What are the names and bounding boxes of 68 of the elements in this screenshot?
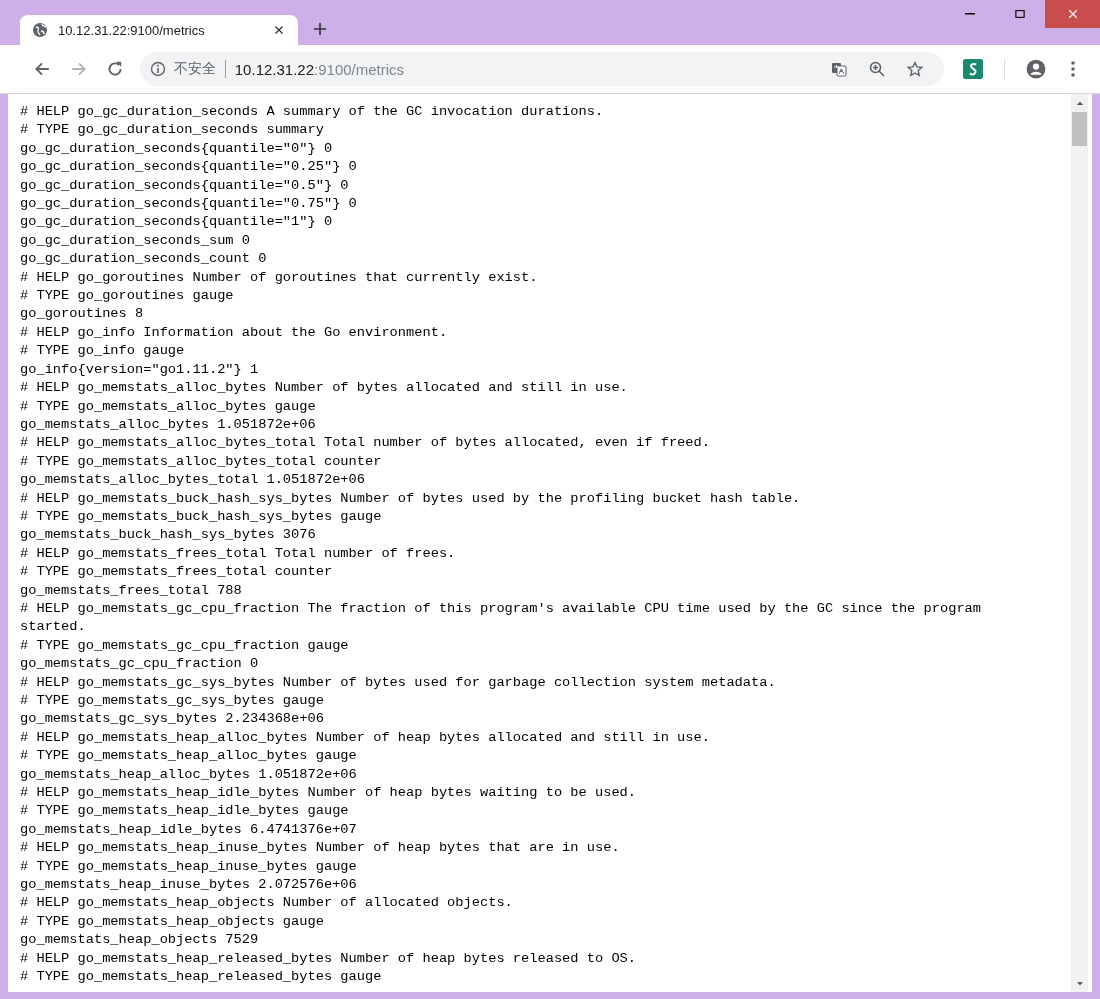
text-line: go_gc_duration_seconds{quantile="0.75"} 0	[20, 195, 358, 214]
forward-icon	[69, 60, 88, 78]
text-line: go_memstats_heap_objects 7529	[20, 931, 260, 950]
text-line: go_memstats_gc_cpu_fraction 0	[20, 655, 260, 674]
text-line: go_info{version="go1.11.2"} 1	[20, 360, 260, 379]
text-line: # HELP go_memstats_alloc_bytes Number of bytes allocated and still in use.	[20, 379, 629, 398]
text-line: # TYPE go_memstats_frees_total counter	[20, 563, 334, 582]
back-icon	[33, 60, 52, 78]
text-line: go_gc_duration_seconds{quantile="0.25"} 0	[20, 158, 358, 177]
text-line: # HELP go_memstats_gc_cpu_fraction The fraction of this program's available CPU time used by the GC since the program started.	[20, 599, 983, 637]
text-line: # TYPE go_info gauge	[20, 342, 186, 361]
text-line: # HELP go_memstats_heap_idle_bytes Number of heap bytes waiting to be used.	[20, 784, 638, 803]
text-line: go_memstats_heap_alloc_bytes 1.051872e+06	[20, 765, 358, 784]
text-line: # HELP go_goroutines Number of goroutines that currently exist.	[20, 268, 539, 287]
text-line: # HELP go_memstats_heap_objects Number of allocated objects.	[20, 894, 514, 913]
maximize-icon	[1014, 8, 1026, 20]
text-line: # TYPE go_memstats_heap_idle_bytes gauge	[20, 802, 350, 821]
address-bar[interactable]: 不安全 10.12.31.22:9100/metrics	[139, 52, 945, 86]
text-line: # TYPE go_memstats_heap_alloc_bytes gauge	[20, 747, 358, 766]
scroll-thumb[interactable]	[1072, 112, 1087, 146]
text-line: go_gc_duration_seconds{quantile="1"} 0	[20, 213, 334, 232]
star-icon	[907, 61, 924, 77]
minimize-icon	[965, 13, 975, 15]
text-line: # TYPE go_memstats_alloc_bytes_total counter	[20, 452, 383, 471]
scrollbar[interactable]	[1071, 94, 1088, 992]
text-line: go_memstats_alloc_bytes 1.051872e+06	[20, 415, 317, 434]
text-line: # HELP go_memstats_gc_sys_bytes Number of bytes used for garbage collection system metadata.	[20, 673, 777, 692]
text-line: # HELP go_memstats_heap_inuse_bytes Number of heap bytes that are in use.	[20, 839, 621, 858]
text-line: # HELP go_memstats_heap_released_bytes Number of heap bytes released to OS.	[20, 949, 638, 968]
tab-title: 10.12.31.22:9100/metrics	[58, 22, 206, 38]
text-line: # TYPE go_memstats_heap_released_bytes gauge	[20, 968, 383, 987]
text-line: # HELP go_memstats_heap_alloc_bytes Number of heap bytes allocated and still in use.	[20, 728, 711, 747]
text-line: go_memstats_gc_sys_bytes 2.234368e+06	[20, 710, 325, 729]
text-line: go_memstats_heap_inuse_bytes 2.072576e+06	[20, 876, 358, 895]
close-icon	[1066, 8, 1079, 20]
text-line: go_goroutines 8	[20, 305, 145, 324]
text-line: go_gc_duration_seconds{quantile="0.5"} 0	[20, 176, 350, 195]
browser-tab[interactable]: 10.12.31.22:9100/metrics	[20, 15, 298, 45]
text-line: go_gc_duration_seconds_count 0	[20, 250, 268, 269]
more-icon	[1071, 61, 1076, 77]
security-label: 不安全	[173, 60, 216, 78]
globe-icon	[32, 22, 48, 38]
text-line: # HELP go_memstats_alloc_bytes_total Total number of bytes allocated, even if freed.	[20, 434, 711, 453]
text-line: go_memstats_heap_idle_bytes 6.4741376e+07	[20, 820, 358, 839]
text-line: go_gc_duration_seconds{quantile="0"} 0	[20, 139, 334, 158]
text-line: # HELP go_memstats_frees_total Total number of frees.	[20, 544, 457, 563]
text-line: # TYPE go_memstats_buck_hash_sys_bytes gauge	[20, 507, 383, 526]
info-icon	[149, 61, 166, 77]
extension-icon	[963, 59, 983, 79]
plus-icon	[312, 21, 328, 37]
text-line: # TYPE go_memstats_heap_objects gauge	[20, 912, 325, 931]
text-line: # TYPE go_goroutines gauge	[20, 287, 235, 306]
text-line: # HELP go_gc_duration_seconds A summary of the GC invocation durations.	[20, 103, 605, 121]
text-line: # TYPE go_memstats_gc_sys_bytes gauge	[20, 692, 325, 710]
url-text: 10.12.31.22:9100/metrics	[234, 60, 406, 78]
text-line: go_memstats_buck_hash_sys_bytes 3076	[20, 526, 317, 545]
text-line: go_memstats_frees_total 788	[20, 581, 243, 600]
translate-icon	[831, 61, 848, 77]
zoom-in-icon	[869, 61, 886, 77]
text-line: # HELP go_memstats_buck_hash_sys_bytes Number of bytes used by the profiling bucket hash table.	[20, 489, 802, 508]
text-line: # HELP go_info Information about the Go environment.	[20, 323, 449, 342]
text-line: # TYPE go_memstats_alloc_bytes gauge	[20, 397, 317, 416]
account-icon	[1025, 59, 1046, 79]
text-line: # TYPE go_memstats_heap_inuse_bytes gauge	[20, 857, 358, 876]
text-line: go_gc_duration_seconds_sum 0	[20, 231, 251, 250]
text-line: # TYPE go_gc_duration_seconds summary	[20, 121, 325, 140]
text-line: go_memstats_alloc_bytes_total 1.051872e+06	[20, 471, 366, 490]
text-line: # TYPE go_memstats_gc_cpu_fraction gauge	[20, 636, 350, 655]
